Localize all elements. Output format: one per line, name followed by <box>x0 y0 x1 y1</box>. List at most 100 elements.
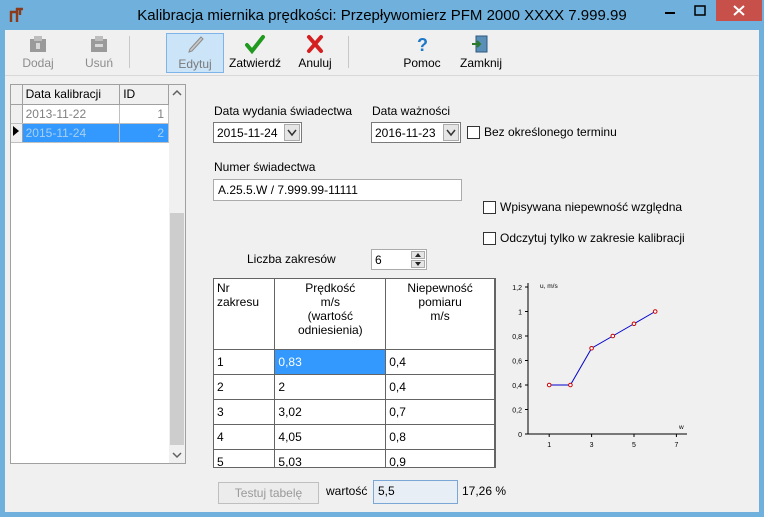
speed-cell[interactable]: 2 <box>274 374 387 400</box>
table-row[interactable]: 2 2 0,4 <box>214 374 495 400</box>
confirm-button[interactable]: Zatwierdź <box>227 33 283 73</box>
no-term-checkbox-box[interactable] <box>467 126 480 139</box>
y-tick-label: 0,6 <box>512 359 522 366</box>
validity-date-dropdown[interactable] <box>443 124 459 141</box>
delete-record-icon <box>91 36 107 52</box>
table-row[interactable]: 4 4,05 0,8 <box>214 424 495 450</box>
y-axis-label: u, m/s <box>540 283 558 290</box>
spinner-up-button[interactable] <box>411 251 425 259</box>
close-icon <box>733 5 745 16</box>
range-count-spinner[interactable]: 6 <box>371 249 427 270</box>
issue-date-dropdown[interactable] <box>284 124 300 141</box>
no-term-checkbox[interactable]: Bez określonego terminu <box>467 125 637 141</box>
help-icon: ? <box>417 35 428 54</box>
confirm-label: Zatwierdź <box>228 56 281 70</box>
calibration-grid: Data kalibracji ID 2013-11-22 1 2015-11-… <box>10 84 186 464</box>
title-bar: Kalibracja miernika prędkości: Przepływo… <box>0 0 764 30</box>
column-header-uncertainty[interactable]: Niepewność pomiaru m/s <box>385 279 495 350</box>
no-term-checkbox-label: Bez określonego terminu <box>484 125 617 139</box>
toolbar-separator <box>348 36 349 68</box>
speed-cell[interactable]: 5,03 <box>274 449 387 467</box>
table-row[interactable]: 3 3,02 0,7 <box>214 399 495 425</box>
minimize-button[interactable] <box>655 0 685 21</box>
column-header-range-number[interactable]: Nr zakresu <box>214 279 276 350</box>
cross-icon <box>307 35 323 53</box>
y-tick-label: 0,8 <box>512 334 522 341</box>
chevron-down-icon <box>446 129 456 137</box>
window-title: Kalibracja miernika prędkości: Przepływo… <box>137 7 627 24</box>
column-header-speed[interactable]: Prędkość m/s (wartość odniesienia) <box>274 279 387 350</box>
spinner-down-button[interactable] <box>411 260 425 268</box>
speed-cell[interactable]: 0,83 <box>274 349 387 375</box>
cancel-button[interactable]: Anuluj <box>293 33 337 73</box>
maximize-icon <box>694 5 706 16</box>
table-row[interactable]: 2015-11-24 2 <box>11 123 169 143</box>
issue-date-label: Data wydania świadectwa <box>214 104 353 118</box>
calibration-chart: 0 0,2 0,4 0,6 0,8 1 1,2 1 3 5 7 u, m/s w <box>512 283 687 449</box>
data-point <box>610 333 616 339</box>
uncertainty-cell[interactable]: 0,7 <box>385 399 495 425</box>
issue-date-picker[interactable]: 2015-11-24 <box>213 122 302 143</box>
speed-cell[interactable]: 3,02 <box>274 399 387 425</box>
value-input[interactable]: 5,5 <box>373 480 458 504</box>
read-in-range-checkbox-box[interactable] <box>483 232 496 245</box>
range-number-cell[interactable]: 2 <box>214 374 276 400</box>
table-row[interactable]: 5 5,03 0,9 <box>214 449 495 467</box>
read-in-range-checkbox[interactable]: Odczytuj tylko w zakresie kalibracji <box>483 231 693 247</box>
grid-vertical-scrollbar[interactable] <box>169 85 185 463</box>
range-number-cell[interactable]: 5 <box>214 449 276 467</box>
add-button[interactable]: Dodaj <box>19 33 57 73</box>
table-row[interactable]: 2013-11-22 1 <box>11 104 169 124</box>
current-row-arrow-icon <box>13 126 19 136</box>
calibration-id-cell[interactable]: 2 <box>119 123 169 143</box>
scroll-up-icon[interactable] <box>172 89 182 97</box>
scroll-down-icon[interactable] <box>172 451 182 459</box>
data-point <box>546 382 552 388</box>
edit-button[interactable]: Edytuj <box>166 33 224 73</box>
table-row[interactable]: 1 0,83 0,4 <box>214 349 495 375</box>
relative-uncertainty-checkbox-box[interactable] <box>483 201 496 214</box>
y-tick-label: 0 <box>518 432 522 439</box>
column-header-date[interactable]: Data kalibracji <box>22 85 121 105</box>
test-table-button[interactable]: Testuj tabelę <box>218 482 319 504</box>
certificate-number-input[interactable]: A.25.5.W / 7.999.99-11111 <box>213 179 462 201</box>
calibration-id-cell[interactable]: 1 <box>119 104 169 124</box>
pencil-icon <box>188 36 204 53</box>
help-button[interactable]: ? Pomoc <box>401 33 443 73</box>
validity-date-label: Data ważności <box>372 104 451 118</box>
close-button[interactable] <box>716 0 762 21</box>
read-in-range-checkbox-label: Odczytuj tylko w zakresie kalibracji <box>500 231 685 245</box>
column-header-id[interactable]: ID <box>119 85 169 105</box>
range-number-cell[interactable]: 1 <box>214 349 276 375</box>
validity-date-picker[interactable]: 2016-11-23 <box>371 122 461 143</box>
maximize-button[interactable] <box>685 0 715 21</box>
row-indicator-header <box>11 85 23 105</box>
spinner-buttons <box>411 251 425 268</box>
data-point <box>631 321 637 327</box>
speed-cell[interactable]: 4,05 <box>274 424 387 450</box>
arrow-up-icon <box>415 253 421 257</box>
uncertainty-cell[interactable]: 0,9 <box>385 449 495 467</box>
calibration-date-cell[interactable]: 2015-11-24 <box>22 123 121 143</box>
uncertainty-cell[interactable]: 0,4 <box>385 349 495 375</box>
delete-button[interactable]: Usuń <box>81 33 117 73</box>
close-window-button[interactable]: Zamknij <box>457 33 505 73</box>
series-line <box>549 311 656 386</box>
relative-uncertainty-checkbox[interactable]: Wpisywana niepewność względna <box>483 200 693 216</box>
result-value: 17,26 % <box>462 484 507 498</box>
value-label: wartość <box>326 484 368 498</box>
x-tick-label: 5 <box>632 442 636 449</box>
calibration-date-cell[interactable]: 2013-11-22 <box>22 104 121 124</box>
range-number-cell[interactable]: 3 <box>214 399 276 425</box>
data-point <box>652 309 658 314</box>
uncertainty-cell[interactable]: 0,8 <box>385 424 495 450</box>
edit-label: Edytuj <box>178 57 212 71</box>
y-tick-label: 1,2 <box>512 285 522 292</box>
toolbar-separator <box>129 36 130 68</box>
range-count-label: Liczba zakresów <box>247 252 336 266</box>
svg-text:?: ? <box>417 35 428 54</box>
scrollbar-thumb[interactable] <box>170 213 184 445</box>
range-number-cell[interactable]: 4 <box>214 424 276 450</box>
uncertainty-cell[interactable]: 0,4 <box>385 374 495 400</box>
range-count-value: 6 <box>375 253 382 267</box>
